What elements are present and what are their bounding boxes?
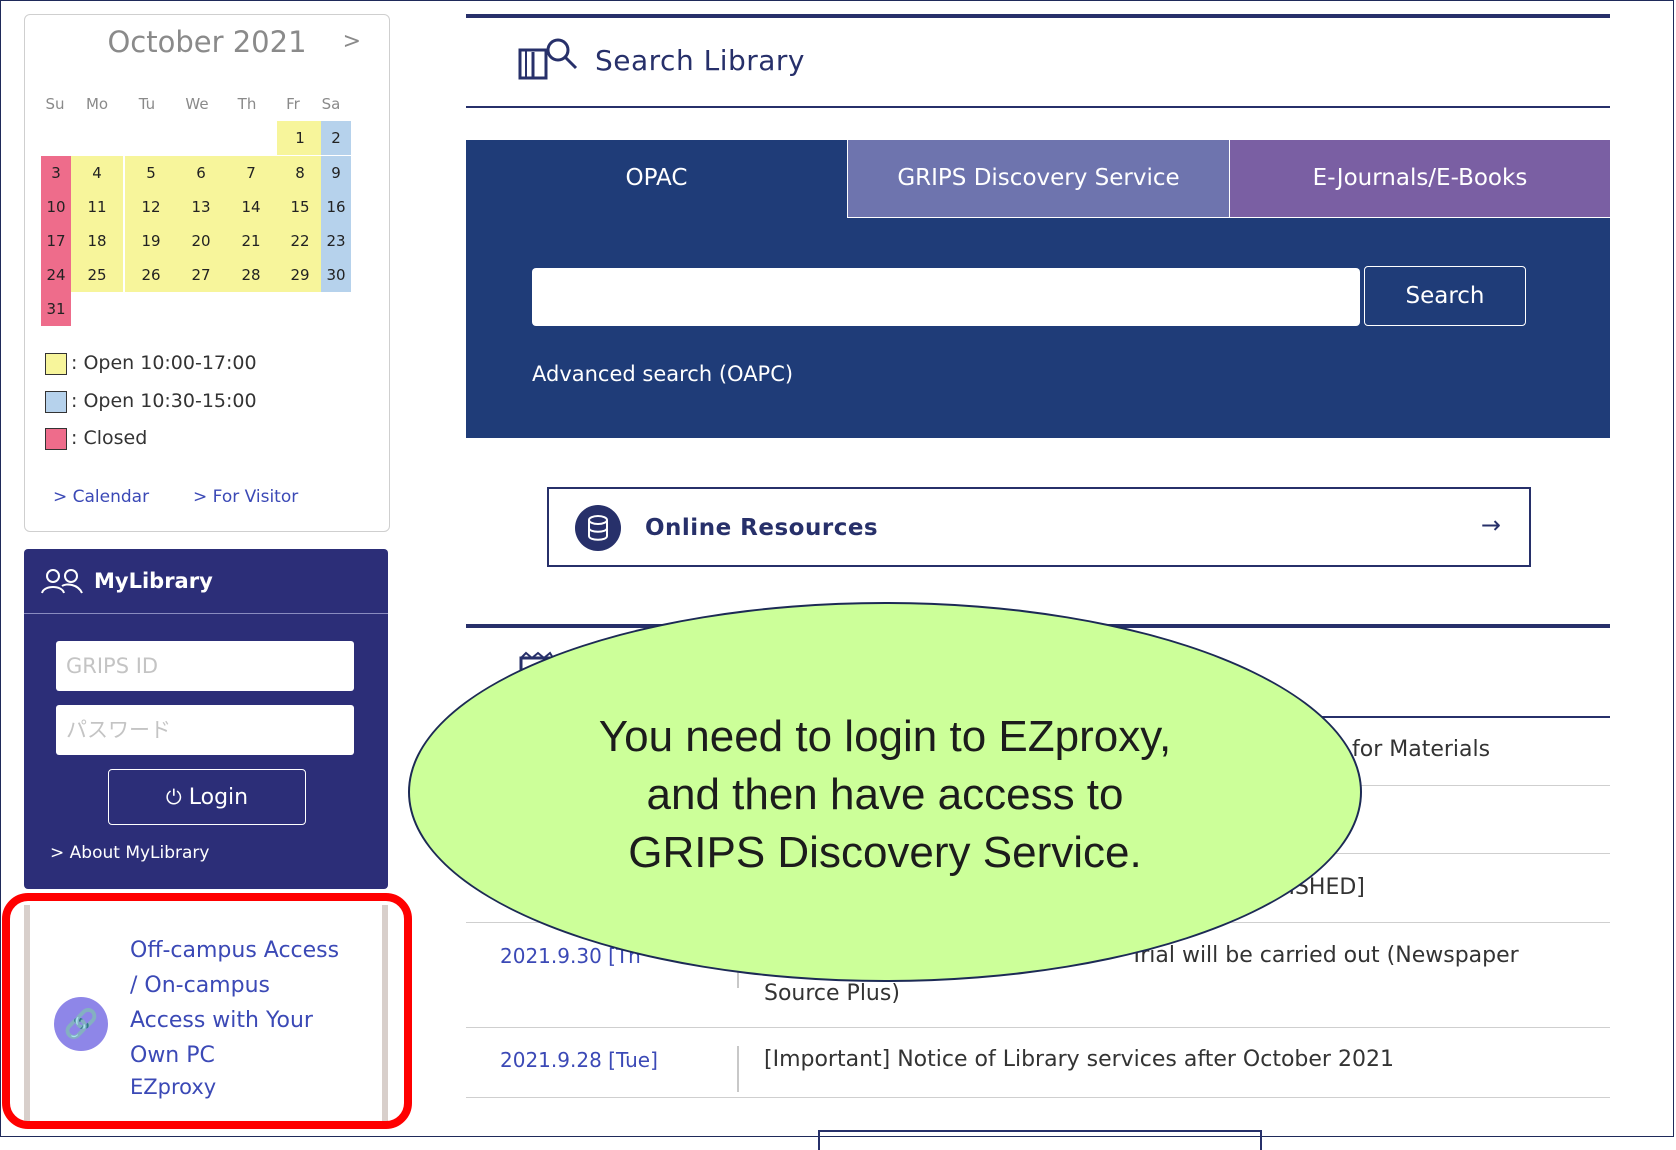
calendar-day: 23 [321, 224, 351, 258]
legend-open-short: : Open 10:30-15:00 [45, 389, 257, 413]
news-divider [466, 1027, 1610, 1028]
for-visitor-link[interactable]: > For Visitor [193, 487, 298, 507]
calendar-day: 3 [41, 156, 71, 190]
tab-grips-discovery[interactable]: GRIPS Discovery Service [847, 140, 1229, 218]
section-top-line [466, 14, 1610, 18]
calendar-day: 10 [41, 190, 71, 224]
calendar-day: 2 [321, 121, 351, 155]
opac-search-input[interactable] [532, 268, 1360, 326]
ezproxy-label: EZproxy [130, 1075, 217, 1099]
mylibrary-header: MyLibrary [24, 549, 388, 614]
calendar-day: 31 [41, 292, 71, 326]
online-resources-button[interactable]: Online Resources → [547, 487, 1531, 567]
weekday-header: Su [45, 95, 65, 113]
news-separator [737, 1046, 739, 1092]
calendar-day: 9 [321, 156, 351, 190]
mylibrary-title: MyLibrary [94, 569, 213, 593]
advanced-search-link[interactable]: Advanced search (OAPC) [532, 362, 793, 386]
weekday-header: Sa [321, 95, 341, 113]
section-rule [466, 106, 1610, 108]
calendar-day: 25 [71, 258, 123, 292]
search-button[interactable]: Search [1364, 266, 1526, 326]
calendar-day: 30 [321, 258, 351, 292]
callout-text: You need to login to EZproxy, and then h… [598, 712, 1172, 877]
calendar-day: 15 [277, 190, 323, 224]
arrow-right-icon: → [1480, 511, 1501, 539]
mylibrary-panel: MyLibrary ⏻ Login > About MyLibrary [24, 549, 388, 889]
calendar-day: 11 [71, 190, 123, 224]
tab-ejournals-ebooks[interactable]: E-Journals/E-Books [1229, 140, 1610, 218]
calendar-month-title: October 2021 [107, 25, 307, 59]
weekday-header: Th [237, 95, 257, 113]
news-item-text[interactable]: [Important] Notice of Library services a… [764, 1042, 1394, 1078]
weekday-header: Mo [85, 95, 109, 113]
calendar-day: 27 [175, 258, 227, 292]
search-library-title: Search Library [595, 44, 805, 77]
weekday-header: Tu [138, 95, 156, 113]
calendar-day: 7 [225, 156, 277, 190]
legend-swatch-yellow [45, 352, 67, 375]
news-item-text[interactable]: Trial will be carried out (Newspaper [1130, 938, 1519, 974]
legend-swatch-blue [45, 390, 67, 413]
calendar-link[interactable]: > Calendar [53, 487, 149, 507]
calendar-day: 4 [71, 156, 123, 190]
tab-opac[interactable]: OPAC [466, 140, 847, 218]
users-icon [41, 569, 83, 594]
calendar-day: 20 [175, 224, 227, 258]
database-icon [575, 505, 621, 551]
more-news-button[interactable] [818, 1130, 1262, 1150]
calendar-day: 18 [71, 224, 123, 258]
news-date: 2021.9.28 [Tue] [500, 1048, 658, 1072]
offcampus-access-label[interactable]: Off-campus Access / On-campus Access wit… [130, 933, 380, 1073]
calendar-day: 6 [175, 156, 227, 190]
calendar-day: 13 [175, 190, 227, 224]
legend-open-regular: : Open 10:00-17:00 [45, 351, 257, 375]
news-item-text[interactable]: for Materials [1352, 732, 1490, 768]
online-resources-label: Online Resources [645, 515, 879, 541]
calendar-next-button[interactable]: > [343, 29, 361, 54]
about-mylibrary-link[interactable]: > About MyLibrary [50, 843, 209, 863]
calendar-day: 26 [125, 258, 177, 292]
calendar-day: 28 [225, 258, 277, 292]
calendar-day: 12 [125, 190, 177, 224]
calendar-day: 5 [125, 156, 177, 190]
calendar-day: 16 [321, 190, 351, 224]
calendar-day: 19 [125, 224, 177, 258]
calendar-day: 21 [225, 224, 277, 258]
calendar-day: 17 [41, 224, 71, 258]
search-panel: OPAC GRIPS Discovery Service E-Journals/… [466, 140, 1610, 438]
opening-calendar: October 2021 > : Open 10:00-17:00 : Open… [24, 14, 390, 532]
calendar-day: 22 [277, 224, 323, 258]
offcampus-access-card[interactable]: 🔗 Off-campus Access / On-campus Access w… [24, 905, 388, 1125]
weekday-header: We [185, 95, 209, 113]
calendar-day: 8 [277, 156, 323, 190]
password-input[interactable] [56, 705, 354, 755]
login-button[interactable]: ⏻ Login [108, 769, 306, 825]
book-search-icon [518, 38, 578, 80]
power-icon: ⏻ [165, 785, 182, 809]
calendar-day: 14 [225, 190, 277, 224]
calendar-day: 29 [277, 258, 323, 292]
link-icon: 🔗 [54, 997, 108, 1051]
calendar-day: 1 [277, 121, 323, 155]
grips-id-input[interactable] [56, 641, 354, 691]
legend-swatch-red [45, 427, 67, 450]
calendar-day: 24 [41, 258, 71, 292]
legend-closed: : Closed [45, 426, 147, 450]
news-divider [466, 1097, 1610, 1098]
